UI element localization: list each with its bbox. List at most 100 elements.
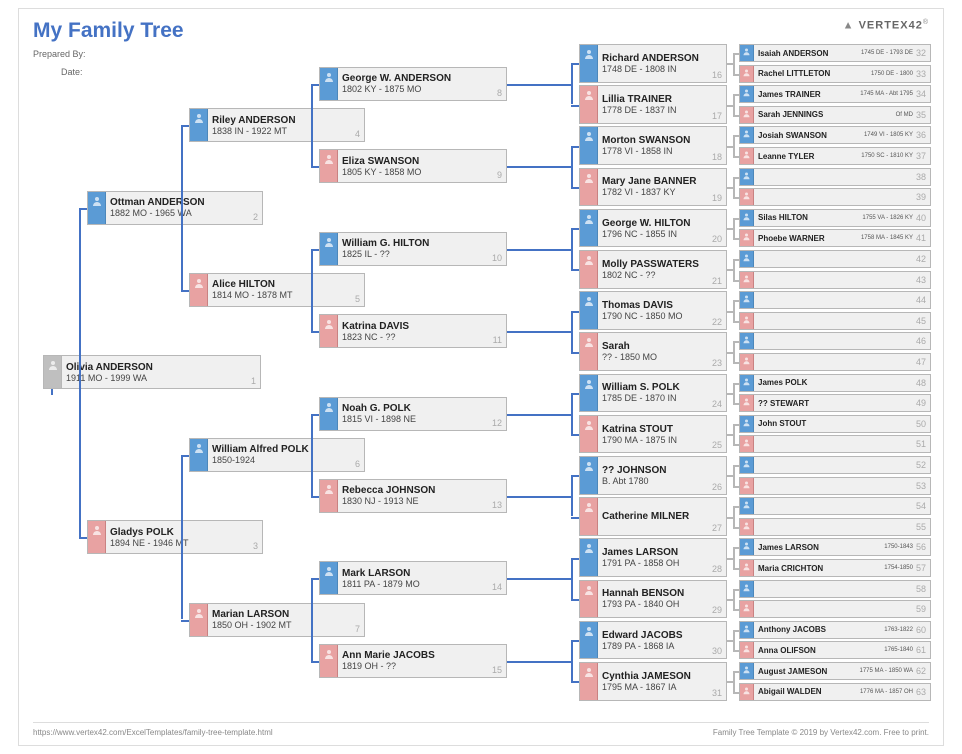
person-num: 36 [916, 130, 926, 140]
person-node-55: 55 [739, 518, 931, 536]
person-icon [740, 272, 754, 288]
person-icon [740, 498, 754, 514]
footer-copyright: Family Tree Template © 2019 by Vertex42.… [713, 728, 929, 737]
person-name: George W. ANDERSON [342, 73, 502, 84]
person-icon [740, 395, 754, 411]
person-num: 54 [916, 501, 926, 511]
person-icon [320, 315, 338, 347]
person-dates: 1894 NE - 1946 MT [110, 538, 258, 548]
person-name: Catherine MILNER [602, 511, 722, 522]
person-name: Katrina DAVIS [342, 321, 502, 332]
person-num: 1 [251, 376, 256, 386]
person-icon [740, 601, 754, 617]
person-dates: 1750-1843 [884, 544, 913, 550]
person-icon [740, 210, 754, 226]
person-node-12: Noah G. POLK1815 VI - 1898 NE12 [319, 397, 507, 431]
person-icon [740, 66, 754, 82]
person-dates: 1802 KY - 1875 MO [342, 84, 502, 94]
person-dates: 1825 IL - ?? [342, 249, 502, 259]
person-icon [740, 189, 754, 205]
person-name: Morton SWANSON [602, 135, 722, 146]
person-dates: 1758 MA - 1845 KY [861, 235, 913, 241]
person-node-30: Edward JACOBS1789 PA - 1868 IA30 [579, 621, 727, 660]
person-dates: 1796 NC - 1855 IN [602, 229, 722, 239]
person-node-34: James TRAINER1745 MA - Abt 179534 [739, 85, 931, 103]
person-node-46: 46 [739, 332, 931, 350]
person-dates: 1778 DE - 1837 IN [602, 105, 722, 115]
person-name: Alice HILTON [212, 279, 360, 290]
person-name: John STOUT [758, 419, 913, 428]
person-name: Ottman ANDERSON [110, 197, 258, 208]
person-icon [580, 416, 598, 453]
person-icon [580, 169, 598, 206]
person-num: 19 [712, 193, 722, 203]
person-name: Anna OLIFSON [758, 646, 884, 655]
person-node-44: 44 [739, 291, 931, 309]
person-name: Anthony JACOBS [758, 625, 884, 634]
logo: ▲ VERTEX42® [843, 19, 929, 32]
person-node-52: 52 [739, 456, 931, 474]
person-icon [580, 375, 598, 412]
person-icon [740, 436, 754, 452]
person-dates: 1882 MO - 1965 WA [110, 208, 258, 218]
person-num: 14 [492, 582, 502, 592]
person-icon [580, 45, 598, 82]
person-node-33: Rachel LITTLETON1750 DE - 180033 [739, 65, 931, 83]
person-node-27: Catherine MILNER27 [579, 497, 727, 536]
person-num: 5 [355, 294, 360, 304]
person-icon [580, 498, 598, 535]
person-name: Lillia TRAINER [602, 94, 722, 105]
person-name: Josiah SWANSON [758, 131, 864, 140]
person-dates: 1748 DE - 1808 IN [602, 64, 722, 74]
person-icon [580, 292, 598, 329]
person-node-16: Richard ANDERSON1748 DE - 1808 IN16 [579, 44, 727, 83]
person-icon [88, 192, 106, 224]
person-node-32: Isaiah ANDERSON1745 DE - 1793 DE32 [739, 44, 931, 62]
person-icon [740, 684, 754, 700]
person-icon [320, 150, 338, 182]
prepared-by-label: Prepared By: [33, 49, 86, 59]
person-node-63: Abigail WALDEN1776 MA - 1857 OH63 [739, 683, 931, 701]
person-name: Olivia ANDERSON [66, 362, 256, 373]
person-name: Rachel LITTLETON [758, 69, 871, 78]
person-name: ?? STEWART [758, 399, 913, 408]
person-icon [740, 230, 754, 246]
person-icon [740, 251, 754, 267]
person-name: Molly PASSWATERS [602, 259, 722, 270]
person-icon [190, 109, 208, 141]
person-node-25: Katrina STOUT1790 MA - 1875 IN25 [579, 415, 727, 454]
person-num: 29 [712, 605, 722, 615]
person-num: 17 [712, 111, 722, 121]
family-tree-page: My Family Tree Prepared By: Date: ▲ VERT… [18, 8, 944, 746]
person-num: 35 [916, 110, 926, 120]
person-num: 57 [916, 563, 926, 573]
person-name: Isaiah ANDERSON [758, 49, 861, 58]
person-name: Marian LARSON [212, 609, 360, 620]
footer-divider [33, 722, 929, 723]
person-node-10: William G. HILTON1825 IL - ??10 [319, 232, 507, 266]
person-num: 15 [492, 665, 502, 675]
person-node-17: Lillia TRAINER1778 DE - 1837 IN17 [579, 85, 727, 124]
person-num: 23 [712, 358, 722, 368]
person-icon [580, 127, 598, 164]
person-icon [320, 562, 338, 594]
person-dates: 1749 VI - 1805 KY [864, 132, 913, 138]
person-node-23: Sarah?? - 1850 MO23 [579, 332, 727, 371]
person-name: Ann Marie JACOBS [342, 650, 502, 661]
person-icon [190, 274, 208, 306]
person-icon [580, 581, 598, 618]
person-name: ?? JOHNSON [602, 465, 722, 476]
person-dates: 1850 OH - 1902 MT [212, 620, 360, 630]
person-node-41: Phoebe WARNER1758 MA - 1845 KY41 [739, 229, 931, 247]
person-dates: 1789 PA - 1868 IA [602, 641, 722, 651]
person-dates: 1782 VI - 1837 KY [602, 187, 722, 197]
person-num: 9 [497, 170, 502, 180]
person-num: 55 [916, 522, 926, 532]
person-node-58: 58 [739, 580, 931, 598]
person-num: 12 [492, 418, 502, 428]
person-node-51: 51 [739, 435, 931, 453]
person-icon [740, 375, 754, 391]
person-name: Rebecca JOHNSON [342, 485, 502, 496]
person-name: Mark LARSON [342, 568, 502, 579]
person-num: 43 [916, 275, 926, 285]
